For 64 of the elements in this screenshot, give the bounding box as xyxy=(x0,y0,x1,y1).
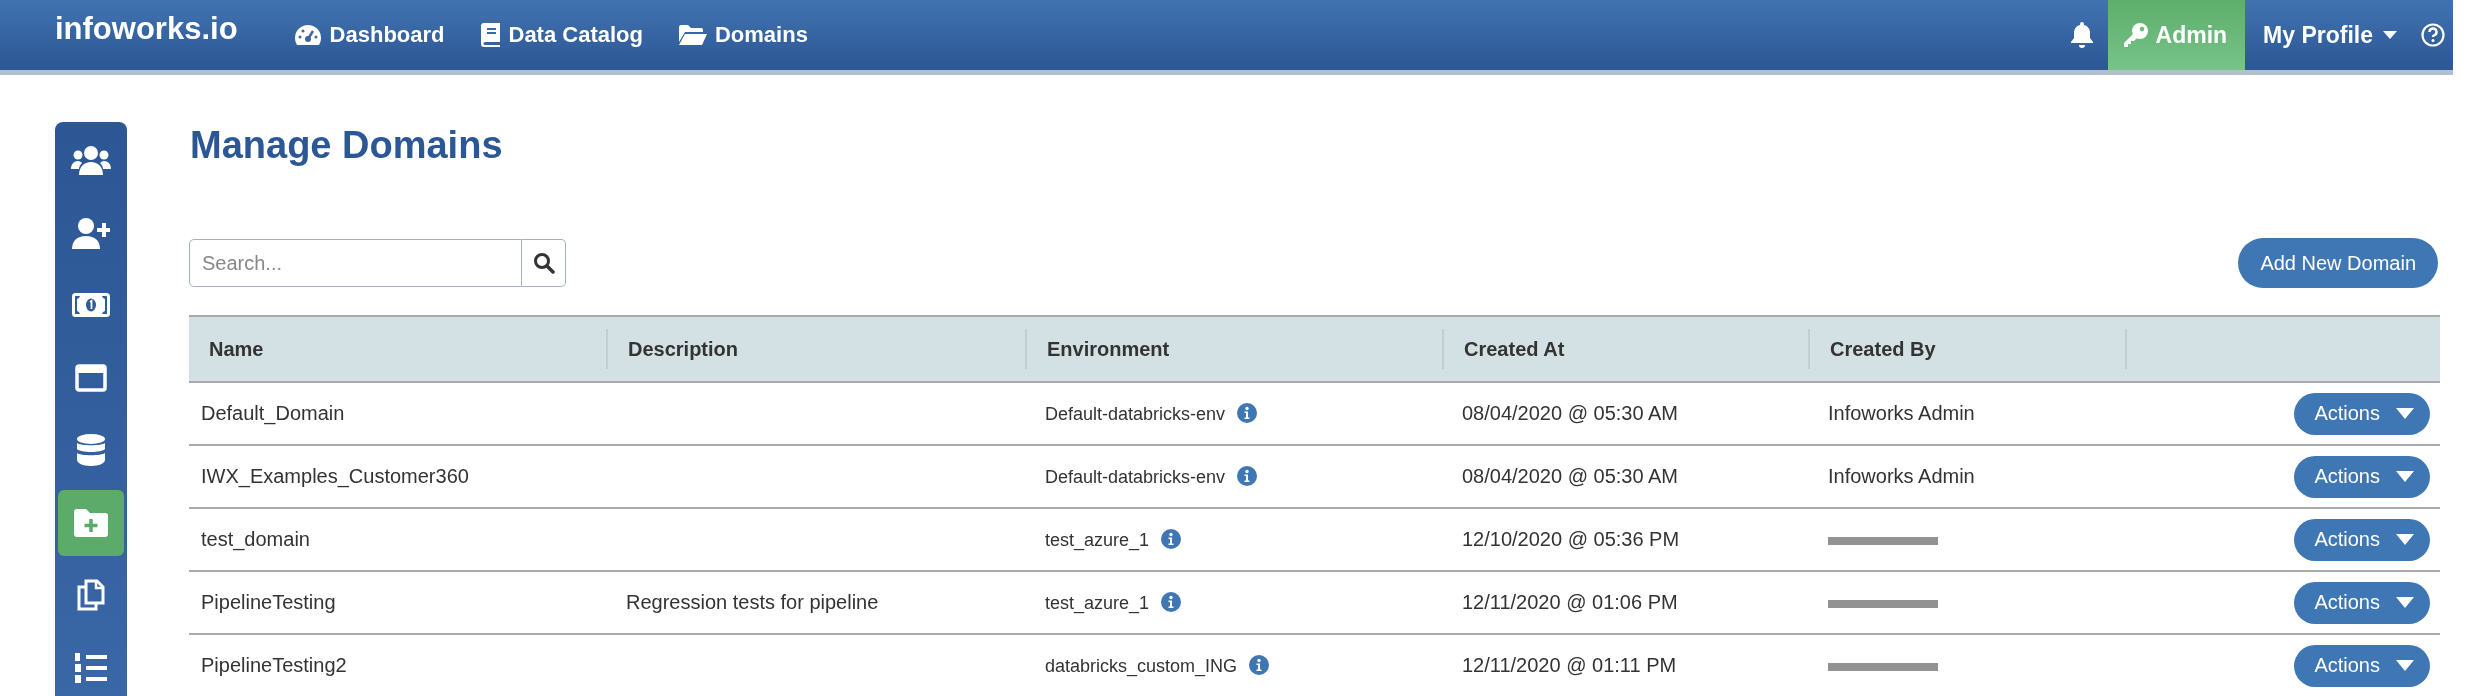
book-icon xyxy=(480,23,501,47)
column-header: Created At xyxy=(1442,329,1808,369)
nav-link[interactable]: Data Catalog xyxy=(476,0,647,70)
table-cell: 12/10/2020 @ 05:36 PM xyxy=(1462,528,1680,550)
table-cell: test_azure_1 xyxy=(1045,529,1150,550)
help-icon[interactable] xyxy=(2421,23,2445,47)
table-cell: 08/04/2020 @ 05:30 AM xyxy=(1462,465,1678,487)
column-header: Created By xyxy=(1808,329,2125,369)
info-icon[interactable] xyxy=(1237,465,1258,486)
key-icon xyxy=(2123,23,2148,47)
user-add-icon xyxy=(72,216,110,249)
table-cell: Infoworks Admin xyxy=(1828,402,1975,424)
column-header: Name xyxy=(208,337,265,362)
table-cell: Default_Domain xyxy=(201,402,345,424)
actions-button[interactable]: Actions xyxy=(2294,455,2430,498)
database-icon xyxy=(77,434,105,467)
search-icon[interactable] xyxy=(532,252,555,274)
folder-icon xyxy=(679,25,707,45)
table-cell: IWX_Examples_Customer360 xyxy=(201,465,469,487)
admin-tab[interactable]: Admin xyxy=(2107,0,2246,70)
bell-icon[interactable] xyxy=(2069,22,2094,48)
table-cell: Infoworks Admin xyxy=(1828,465,1975,487)
caret-icon xyxy=(2396,471,2414,482)
table-cell: PipelineTesting2 xyxy=(201,654,347,676)
table-cell: PipelineTesting xyxy=(201,591,336,613)
table-cell: test_domain xyxy=(201,528,310,550)
caret-icon xyxy=(2396,408,2414,419)
gauge-icon xyxy=(293,24,322,46)
info-icon[interactable] xyxy=(1249,654,1270,675)
add-domain-button[interactable]: Add New Domain xyxy=(2238,238,2438,288)
actions-button[interactable]: Actions xyxy=(2294,581,2430,624)
search-field[interactable]: Search... xyxy=(189,239,522,287)
actions-button[interactable]: Actions xyxy=(2294,392,2430,435)
info-icon[interactable] xyxy=(1161,591,1182,612)
actions-button[interactable]: Actions xyxy=(2294,518,2430,561)
table-cell: 08/04/2020 @ 05:30 AM xyxy=(1462,402,1678,424)
nav-link[interactable]: Domains xyxy=(675,0,812,70)
table-cell: Regression tests for pipeline xyxy=(626,591,879,613)
brand-logo[interactable]: infoworks.io xyxy=(0,0,238,54)
actions-button[interactable]: Actions xyxy=(2294,644,2430,687)
users-icon xyxy=(71,145,111,176)
table-cell: Default-databricks-env xyxy=(1045,466,1226,487)
table-cell: databricks_custom_ING xyxy=(1045,655,1238,676)
window-icon xyxy=(75,363,107,392)
caret-icon xyxy=(2383,31,2397,39)
copy-icon xyxy=(77,579,105,612)
table-cell: 12/11/2020 @ 01:06 PM xyxy=(1462,591,1678,613)
column-header: Description xyxy=(606,329,1025,369)
caret-icon xyxy=(2396,660,2414,671)
info-icon[interactable] xyxy=(1161,528,1182,549)
nav-link[interactable]: Dashboard xyxy=(289,0,449,70)
column-header: Environment xyxy=(1025,329,1442,369)
numbered-list-icon xyxy=(75,652,107,683)
table-cell: Default-databricks-env xyxy=(1045,403,1226,424)
caret-icon xyxy=(2396,597,2414,608)
profile-menu[interactable]: My Profile xyxy=(2245,0,2417,70)
page-title: Manage Domains xyxy=(189,122,503,168)
table-cell: test_azure_1 xyxy=(1045,592,1150,613)
caret-icon xyxy=(2396,534,2414,545)
table-cell: 12/11/2020 @ 01:11 PM xyxy=(1462,654,1677,676)
banknote-icon xyxy=(72,293,110,318)
folder-add-icon xyxy=(74,508,108,537)
info-icon[interactable] xyxy=(1237,402,1258,423)
sidebar-item[interactable] xyxy=(58,489,124,556)
